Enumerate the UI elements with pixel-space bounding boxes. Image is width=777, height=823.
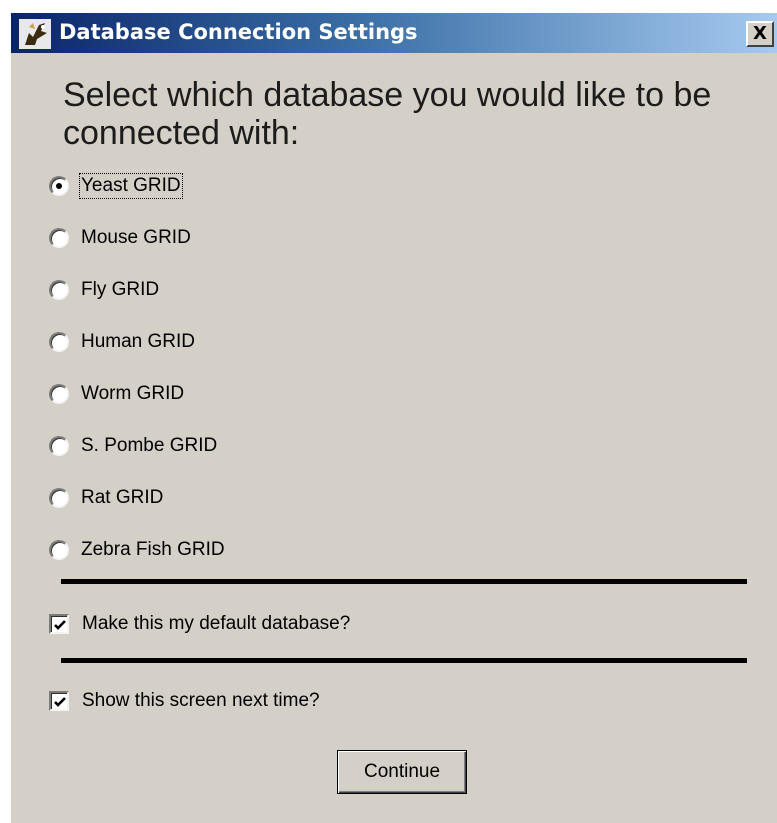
radio-button[interactable] <box>49 436 69 456</box>
title-bar[interactable]: Database Connection Settings X <box>11 13 777 53</box>
radio-button[interactable] <box>49 384 69 404</box>
radio-button[interactable] <box>49 280 69 300</box>
radio-rat-grid[interactable]: Rat GRID <box>49 483 449 517</box>
radio-fly-grid[interactable]: Fly GRID <box>49 275 449 309</box>
continue-button[interactable]: Continue <box>337 750 467 794</box>
radio-button[interactable] <box>49 332 69 352</box>
section-divider <box>61 579 747 584</box>
radio-human-grid[interactable]: Human GRID <box>49 327 449 361</box>
checkmark-icon <box>54 697 66 707</box>
radio-label[interactable]: Mouse GRID <box>81 227 191 249</box>
radio-button[interactable] <box>49 228 69 248</box>
checkmark-icon <box>54 620 66 630</box>
show-next-time-checkbox[interactable] <box>49 691 69 711</box>
radio-worm-grid[interactable]: Worm GRID <box>49 379 449 413</box>
window-title: Database Connection Settings <box>59 20 418 44</box>
radio-label[interactable]: S. Pombe GRID <box>81 435 217 457</box>
radio-yeast-grid[interactable]: Yeast GRID <box>49 171 449 205</box>
database-connection-dialog: Database Connection Settings X Select wh… <box>10 12 777 823</box>
selection-prompt: Select which database you would like to … <box>63 76 712 152</box>
close-button[interactable]: X <box>746 21 774 47</box>
default-database-checkbox[interactable] <box>49 614 69 634</box>
radio-label[interactable]: Worm GRID <box>81 383 184 405</box>
radio-s-pombe-grid[interactable]: S. Pombe GRID <box>49 431 449 465</box>
radio-button[interactable] <box>49 176 69 196</box>
app-logo-icon <box>19 19 51 49</box>
radio-label[interactable]: Rat GRID <box>81 487 163 509</box>
radio-button[interactable] <box>49 540 69 560</box>
default-database-checkbox-row[interactable]: Make this my default database? <box>49 611 549 641</box>
show-next-time-checkbox-row[interactable]: Show this screen next time? <box>49 688 549 718</box>
radio-mouse-grid[interactable]: Mouse GRID <box>49 223 449 257</box>
radio-zebra-fish-grid[interactable]: Zebra Fish GRID <box>49 535 449 569</box>
show-next-time-label[interactable]: Show this screen next time? <box>82 690 320 712</box>
radio-label[interactable]: Fly GRID <box>81 279 159 301</box>
radio-selected-dot <box>56 183 62 189</box>
radio-button[interactable] <box>49 488 69 508</box>
default-database-label[interactable]: Make this my default database? <box>82 613 350 635</box>
radio-label[interactable]: Yeast GRID <box>79 173 183 199</box>
section-divider <box>61 658 747 663</box>
radio-label[interactable]: Human GRID <box>81 331 195 353</box>
radio-label[interactable]: Zebra Fish GRID <box>81 539 225 561</box>
